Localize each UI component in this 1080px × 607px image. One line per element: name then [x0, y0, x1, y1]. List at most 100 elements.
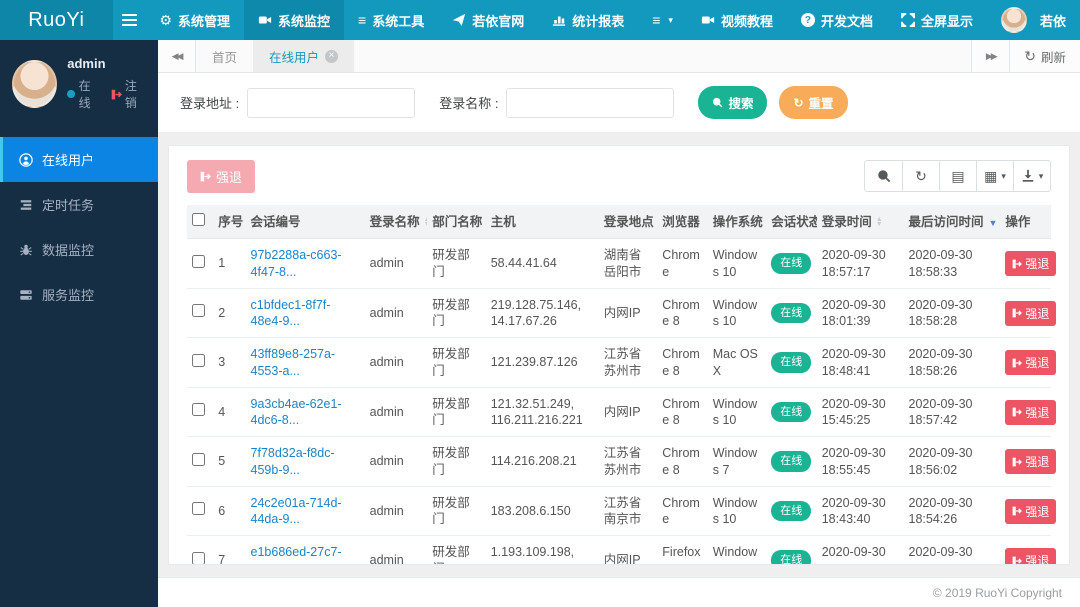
nav-item-dev-docs[interactable]: ? 开发文档	[787, 0, 887, 40]
row-checkbox[interactable]	[192, 502, 205, 516]
session-id-link[interactable]: 9a3cb4ae-62e1-4dc6-8...	[245, 387, 365, 438]
row-checkbox[interactable]	[192, 254, 205, 268]
nav-menu-dropdown[interactable]: ≡ ▾	[638, 0, 687, 40]
search-button[interactable]: 搜索	[698, 86, 768, 119]
nav-label: 全屏显示	[920, 13, 973, 29]
last-access-time: 2020-09-30 18:58:26	[903, 337, 1001, 388]
column-header: 操作系统	[707, 205, 767, 240]
session-id-link[interactable]: c1bfdec1-8f7f-48e4-9...	[245, 288, 365, 339]
sort-desc-icon[interactable]: ▼	[989, 218, 998, 228]
session-id-link[interactable]: e1b686ed-27c7-4ac0-8...	[245, 535, 365, 564]
sidebar-item-scheduled-tasks[interactable]: 定时任务	[0, 182, 158, 227]
row-checkbox[interactable]	[192, 304, 205, 318]
force-logout-icon	[1013, 358, 1023, 367]
row-checkbox[interactable]	[192, 353, 205, 367]
session-id-link[interactable]: 43ff89e8-257a-4553-a...	[245, 337, 365, 388]
tabs-scroll-right-button[interactable]: ▶▶	[971, 40, 1010, 72]
send-icon	[453, 13, 466, 27]
login-location: 内网IP	[598, 535, 658, 564]
avatar[interactable]	[12, 59, 58, 108]
column-header: 登录地点	[598, 205, 658, 240]
tab-label: 首页	[212, 50, 238, 65]
login-name: admin	[364, 436, 428, 487]
login-address-input[interactable]	[247, 87, 416, 118]
session-status-cell: 在线	[766, 436, 817, 487]
nav-item-official-site[interactable]: 若依官网	[438, 0, 538, 40]
row-seq: 1	[213, 238, 246, 289]
force-logout-row-button[interactable]: 强退	[1005, 498, 1057, 524]
detail-view-icon: ▤	[951, 168, 965, 184]
sidebar-item-service-monitor[interactable]: 服务监控	[0, 272, 158, 317]
reset-button[interactable]: ↻ 重置	[779, 86, 848, 119]
host-ip: 121.32.51.249, 116.211.216.221	[485, 387, 599, 438]
force-logout-row-button[interactable]: 强退	[1005, 399, 1057, 425]
nav-item-system-tools[interactable]: ≡ 系统工具	[344, 0, 438, 40]
column-header[interactable]: 登录名称▲▼	[364, 205, 428, 240]
sidebar-menu: 在线用户 定时任务 数据监控 服务监控	[0, 137, 158, 317]
sidebar-item-online-users[interactable]: 在线用户	[0, 137, 158, 182]
select-all-checkbox[interactable]	[192, 213, 205, 226]
row-seq: 3	[213, 337, 246, 388]
online-users-panel: 强退 ↻ ▤ ▦ ▾ ▾ 序号 会话编号 登录名称 部门名称 主机 登录地点 浏…	[168, 145, 1070, 565]
tab-refresh-button[interactable]: ↻ 刷新	[1009, 40, 1080, 72]
column-header: 部门名称	[427, 205, 486, 240]
session-id-link[interactable]: 97b2288a-c663-4f47-8...	[245, 238, 365, 289]
fullscreen-icon	[900, 13, 915, 27]
force-logout-row-button[interactable]: 强退	[1005, 548, 1057, 564]
row-checkbox[interactable]	[192, 551, 205, 564]
browser: Firefox 8	[657, 535, 708, 564]
logout-icon	[111, 89, 122, 99]
toggle-search-button[interactable]	[865, 161, 902, 191]
host-ip: 121.239.87.126	[485, 337, 599, 388]
row-checkbox[interactable]	[192, 452, 205, 466]
force-logout-row-button[interactable]: 强退	[1005, 251, 1057, 276]
login-location: 湖南省 岳阳市	[598, 238, 658, 289]
row-select-cell	[187, 436, 214, 487]
force-logout-row-button[interactable]: 强退	[1005, 449, 1057, 474]
user-circle-icon	[19, 152, 33, 167]
status-badge: 在线	[771, 500, 812, 522]
login-location: 江苏省 南京市	[598, 486, 658, 537]
avatar	[1000, 7, 1027, 33]
tab-online-users[interactable]: 在线用户 ×	[253, 40, 355, 72]
force-logout-row-button[interactable]: 强退	[1005, 300, 1057, 326]
sort-icon[interactable]: ▲▼	[876, 216, 883, 228]
row-action-cell: 强退	[1000, 238, 1057, 289]
user-menu[interactable]: 若依	[987, 0, 1080, 40]
nav-item-system-manage[interactable]: ⚙ 系统管理	[145, 0, 244, 40]
detail-view-button[interactable]: ▤	[939, 161, 976, 191]
force-logout-row-button[interactable]: 强退	[1005, 350, 1057, 375]
close-icon[interactable]: ×	[325, 49, 339, 63]
operating-system: Windows 10	[707, 486, 767, 537]
force-logout-batch-button[interactable]: 强退	[187, 160, 256, 193]
session-id-link[interactable]: 7f78d32a-f8dc-459b-9...	[245, 436, 365, 487]
sidebar-item-data-monitor[interactable]: 数据监控	[0, 227, 158, 272]
columns-button[interactable]: ▦ ▾	[976, 161, 1013, 191]
status-badge: 在线	[771, 253, 812, 274]
sort-icon[interactable]: ▲▼	[424, 216, 428, 228]
refresh-table-button[interactable]: ↻	[902, 161, 939, 191]
dept-name: 研发部门	[427, 486, 486, 537]
session-id-link[interactable]: 24c2e01a-714d-44da-9...	[245, 486, 365, 537]
nav-item-video-tutorial[interactable]: 视频教程	[687, 0, 787, 40]
export-button[interactable]: ▾	[1013, 161, 1050, 191]
row-checkbox[interactable]	[192, 403, 205, 417]
sidebar-toggle-button[interactable]	[113, 0, 146, 40]
tasks-icon	[20, 199, 32, 210]
table-row: 1 97b2288a-c663-4f47-8... admin 研发部门 58.44.4…	[187, 238, 1057, 289]
row-action-cell: 强退	[1000, 387, 1057, 438]
column-header[interactable]: 登录时间 ▲ ▼	[816, 205, 904, 240]
login-time: 2020-09-30 18:50:40	[816, 535, 904, 564]
tabs-scroll-left-button[interactable]: ◀◀	[158, 40, 196, 72]
nav-item-fullscreen[interactable]: 全屏显示	[887, 0, 987, 40]
login-location: 内网IP	[598, 387, 658, 438]
column-header[interactable]: 最后访问时间 ▼	[903, 205, 1001, 240]
nav-item-system-monitor[interactable]: 系统监控	[244, 0, 345, 40]
brand-logo[interactable]: RuoYi	[0, 0, 113, 40]
force-logout-label: 强退	[216, 170, 243, 185]
logout-link[interactable]: 注销	[111, 77, 146, 111]
tab-home[interactable]: 首页	[196, 40, 253, 72]
nav-item-statistics[interactable]: 统计报表	[538, 0, 638, 40]
login-name-input[interactable]	[506, 87, 675, 118]
row-seq: 6	[213, 486, 246, 537]
